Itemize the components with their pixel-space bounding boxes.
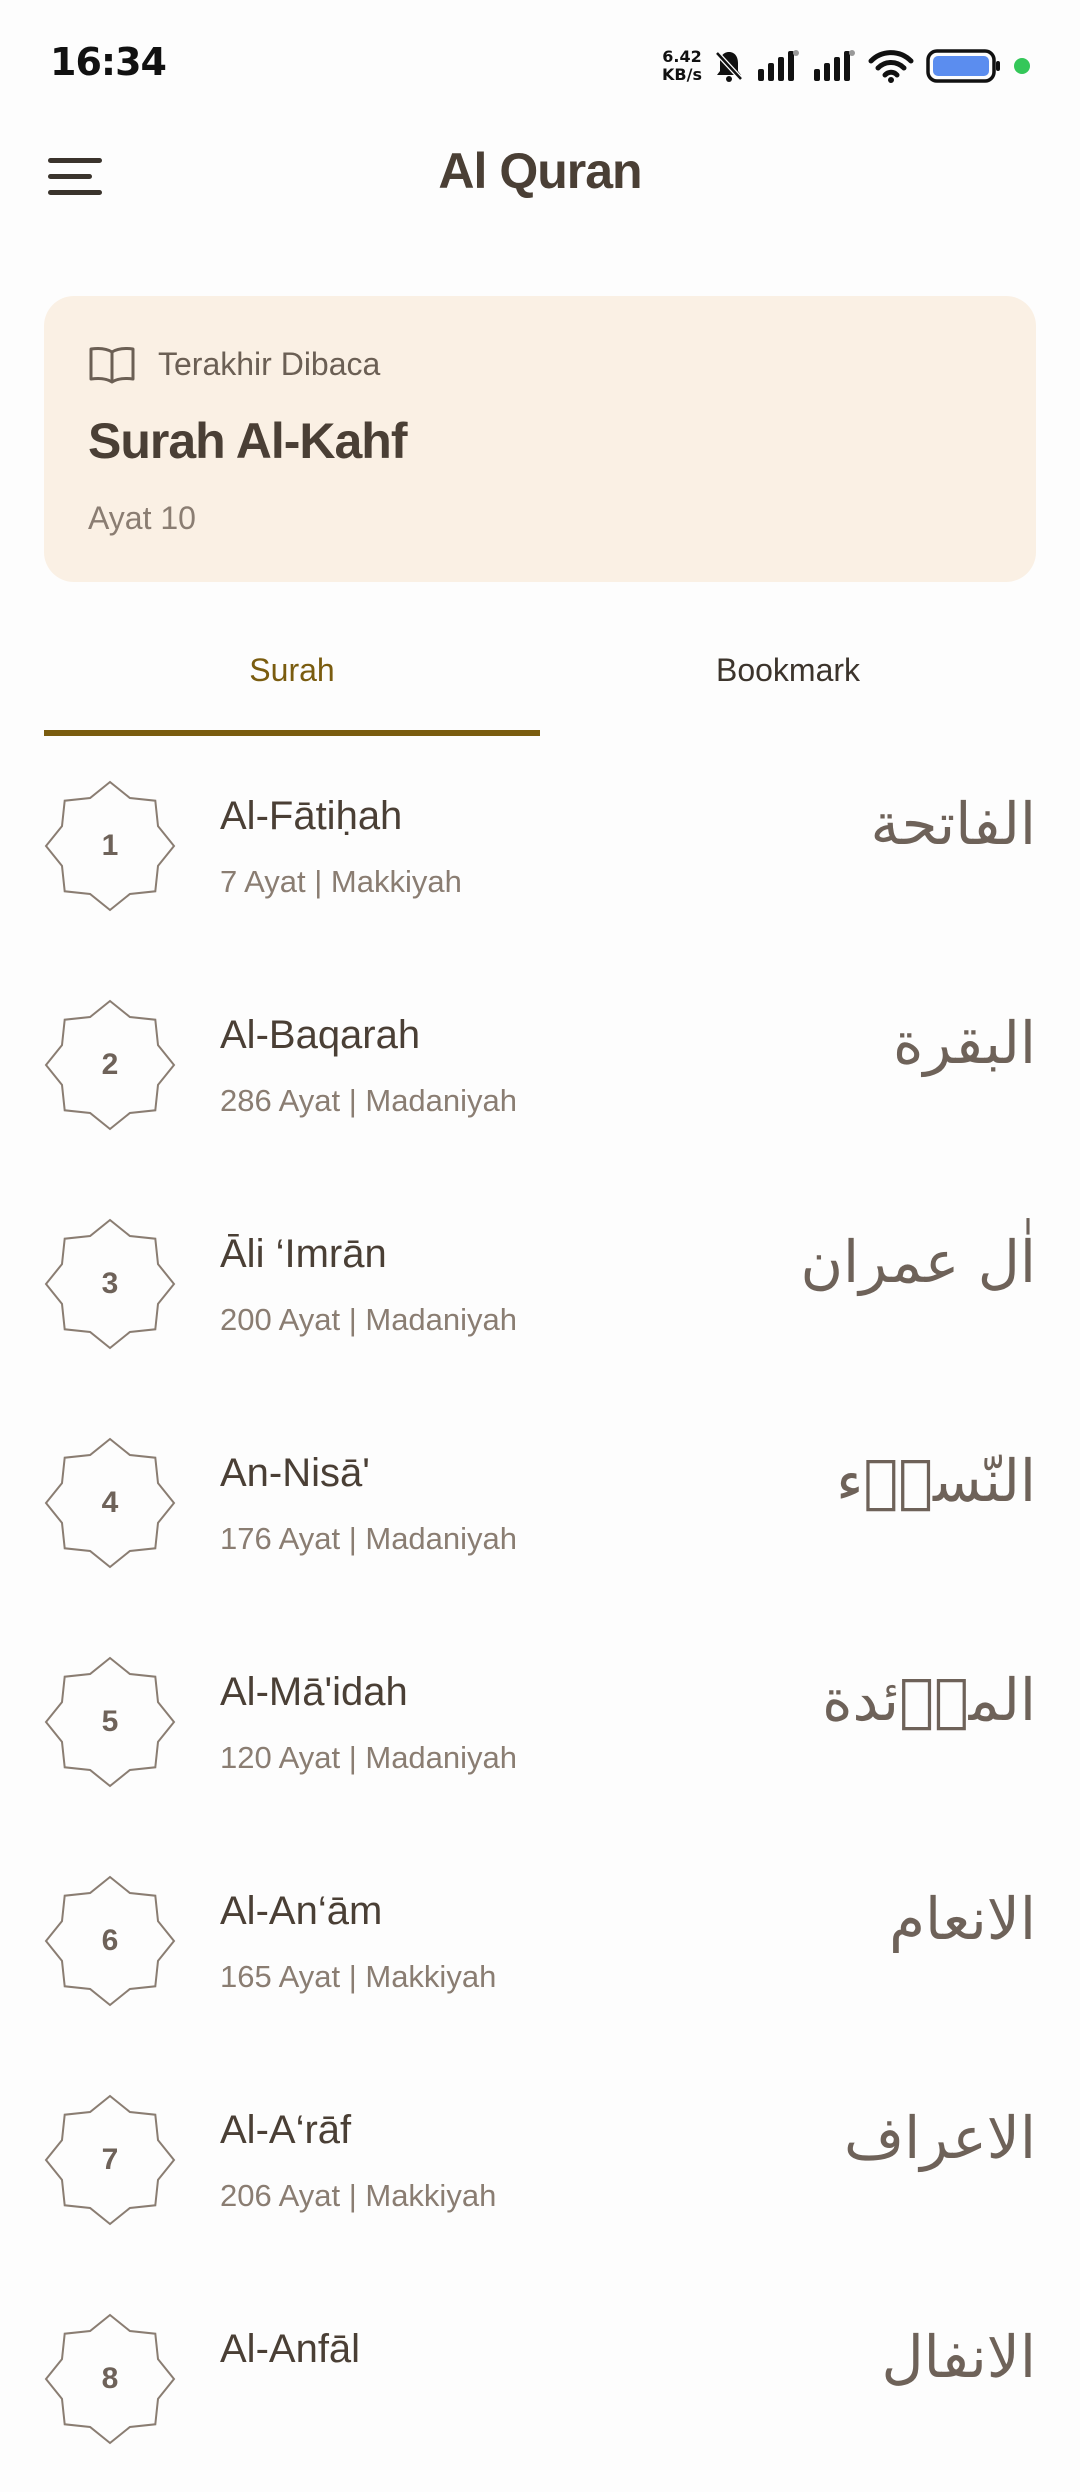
- surah-number: 7: [101, 2143, 119, 2176]
- app-bar: Al Quran: [0, 130, 1080, 220]
- number-badge: 6: [44, 1875, 176, 2007]
- surah-number: 6: [101, 1924, 119, 1957]
- bell-muted-icon: [715, 51, 743, 82]
- last-read-ayat: Ayat 10: [88, 500, 196, 536]
- surah-meta: 165 Ayat | Makkiyah: [220, 1959, 497, 1994]
- active-tab-indicator: [44, 730, 540, 736]
- status-time: 16:34: [50, 40, 167, 84]
- surah-name: Al-Baqarah: [220, 1013, 421, 1057]
- number-badge: 3: [44, 1218, 176, 1350]
- last-read-header: Terakhir Dibaca: [88, 344, 380, 384]
- list-item[interactable]: 5 Al-Mā'idah 120 Ayat | Madaniyah الماۤئ…: [0, 1616, 1080, 1835]
- number-badge: 4: [44, 1437, 176, 1569]
- status-icons: 6.42 KB/s: [662, 44, 1030, 88]
- page-title: Al Quran: [438, 143, 642, 199]
- surah-arabic-name: الماۤئدة: [822, 1666, 1036, 1734]
- surah-meta: 206 Ayat | Makkiyah: [220, 2178, 497, 2213]
- list-item[interactable]: 8 Al-Anfāl الانفال: [0, 2273, 1080, 2492]
- surah-name: Al-Mā'idah: [220, 1670, 408, 1714]
- surah-meta: 7 Ayat | Makkiyah: [220, 864, 462, 899]
- wifi-icon: [868, 50, 914, 83]
- network-speed-unit: KB/s: [662, 65, 702, 84]
- surah-arabic-name: الاعراف: [843, 2104, 1036, 2172]
- surah-meta: 176 Ayat | Madaniyah: [220, 1521, 518, 1556]
- tab-surah[interactable]: Surah: [44, 620, 540, 730]
- list-item[interactable]: 4 An-Nisā' 176 Ayat | Madaniyah النّساۤء: [0, 1397, 1080, 1616]
- list-item[interactable]: 6 Al-An‘ām 165 Ayat | Makkiyah الانعام: [0, 1835, 1080, 2054]
- surah-arabic-name: الانفال: [881, 2323, 1037, 2391]
- signal-icon: [758, 50, 799, 81]
- surah-arabic-name: البقرة: [892, 1009, 1036, 1077]
- last-read-surah: Surah Al-Kahf: [88, 413, 407, 469]
- number-badge: 2: [44, 999, 176, 1131]
- surah-meta: 286 Ayat | Madaniyah: [220, 1083, 518, 1118]
- surah-name: An-Nisā': [220, 1451, 370, 1495]
- surah-arabic-name: النّساۤء: [836, 1447, 1036, 1515]
- number-badge: 8: [44, 2313, 176, 2445]
- surah-meta: 120 Ayat | Madaniyah: [220, 1740, 518, 1775]
- surah-name: Al-Fātiḥah: [220, 794, 403, 838]
- surah-number: 8: [101, 2362, 119, 2395]
- surah-arabic-name: اٰل عمران: [800, 1228, 1036, 1296]
- tab-bar: Surah Bookmark: [44, 620, 1036, 738]
- open-book-icon: [89, 346, 135, 384]
- number-badge: 7: [44, 2094, 176, 2226]
- surah-name: Āli ‘Imrān: [220, 1232, 387, 1276]
- surah-name: Al-An‘ām: [220, 1889, 383, 1933]
- surah-number: 2: [101, 1048, 119, 1081]
- number-badge: 5: [44, 1656, 176, 1788]
- privacy-indicator-dot: [1014, 58, 1030, 74]
- list-item[interactable]: 7 Al-A‘rāf 206 Ayat | Makkiyah الاعراف: [0, 2054, 1080, 2273]
- surah-number: 5: [101, 1705, 119, 1738]
- last-read-card[interactable]: Terakhir Dibaca Surah Al-Kahf Ayat 10: [44, 296, 1036, 582]
- surah-meta: 200 Ayat | Madaniyah: [220, 1302, 518, 1337]
- status-bar: 16:34 6.42 KB/s: [0, 0, 1080, 130]
- signal-icon: [814, 50, 855, 81]
- battery-icon: [926, 49, 1000, 83]
- surah-name: Al-Anfāl: [220, 2327, 361, 2371]
- number-badge: 1: [44, 780, 176, 912]
- list-item[interactable]: 1 Al-Fātiḥah 7 Ayat | Makkiyah الفاتحة: [0, 740, 1080, 959]
- last-read-label: Terakhir Dibaca: [158, 345, 381, 382]
- surah-number: 4: [101, 1486, 119, 1519]
- surah-arabic-name: الانعام: [889, 1885, 1036, 1953]
- surah-name: Al-A‘rāf: [220, 2108, 352, 2152]
- network-speed-value: 6.42: [662, 47, 702, 66]
- surah-number: 1: [101, 829, 119, 862]
- network-speed: 6.42 KB/s: [662, 48, 702, 84]
- surah-arabic-name: الفاتحة: [870, 790, 1036, 858]
- tab-bookmark[interactable]: Bookmark: [540, 620, 1036, 730]
- surah-number: 3: [101, 1267, 119, 1300]
- list-item[interactable]: 2 Al-Baqarah 286 Ayat | Madaniyah البقرة: [0, 959, 1080, 1178]
- list-item[interactable]: 3 Āli ‘Imrān 200 Ayat | Madaniyah اٰل عم…: [0, 1178, 1080, 1397]
